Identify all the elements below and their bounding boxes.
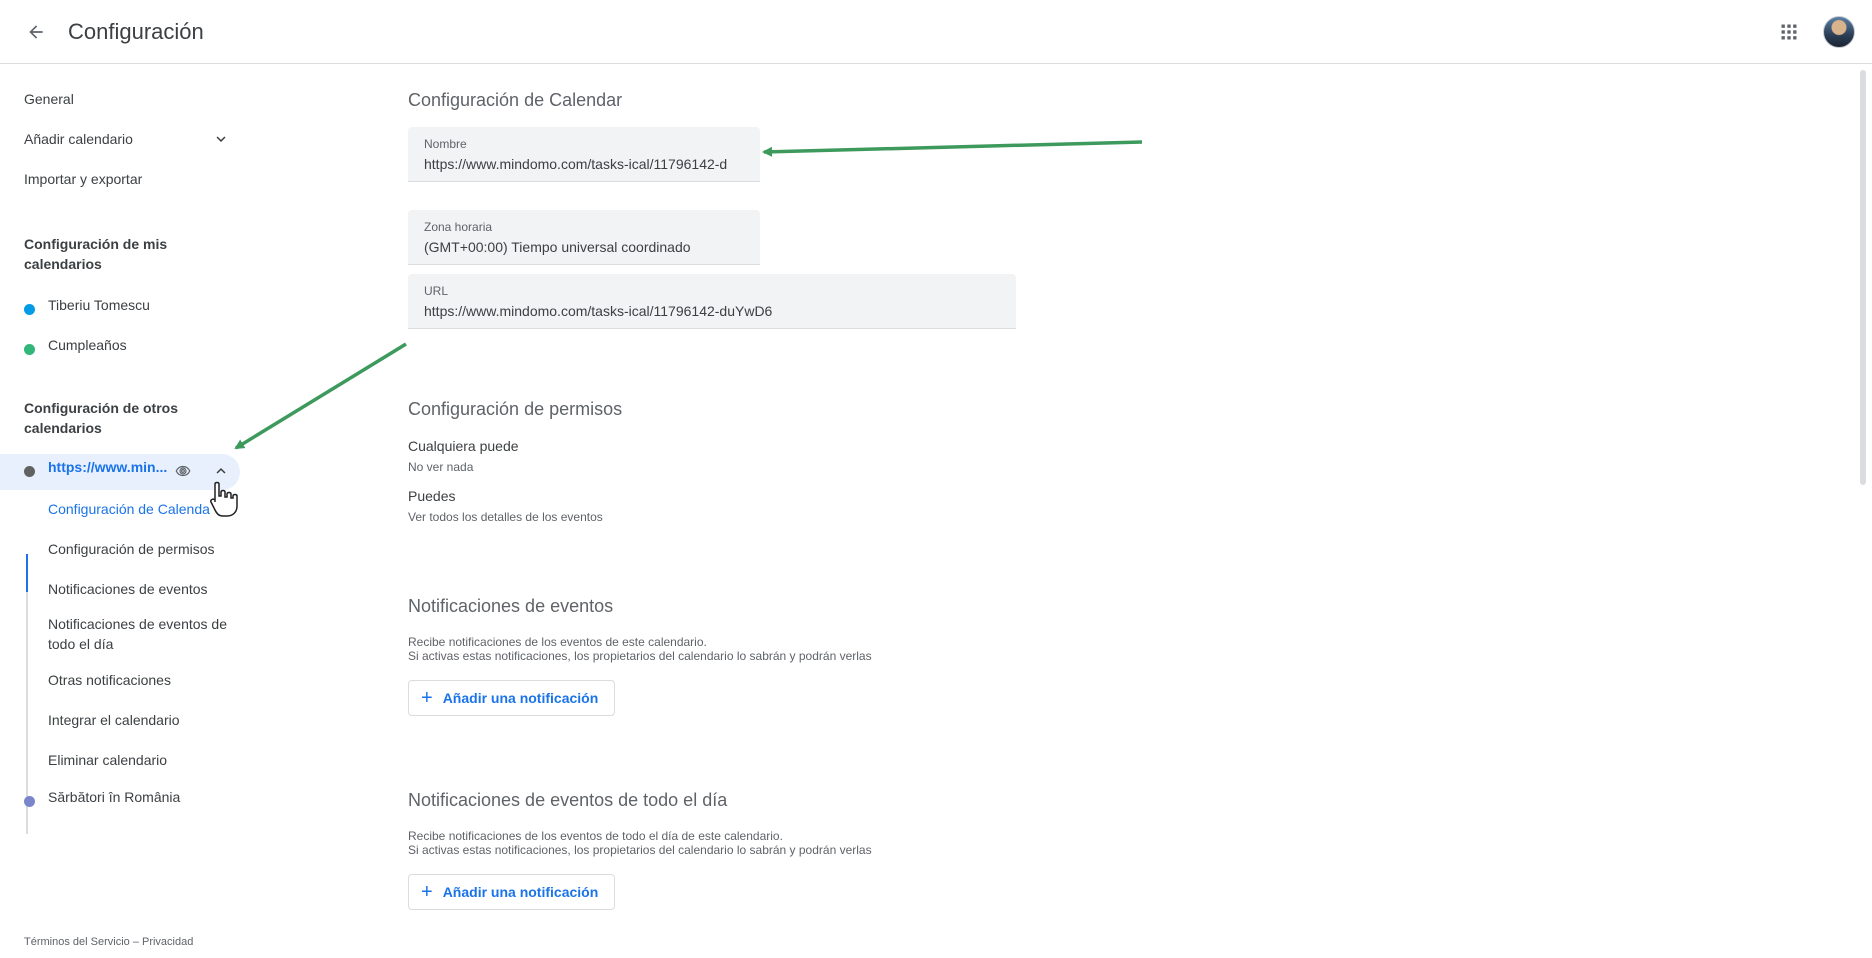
sidebar-item-general[interactable]: General xyxy=(24,91,74,107)
sidebar-item-import-export[interactable]: Importar y exportar xyxy=(24,171,142,187)
subnav-item-other-notifications[interactable]: Otras notificaciones xyxy=(48,670,171,690)
back-button[interactable] xyxy=(18,14,54,50)
sidebar-item-cumpleanos[interactable]: Cumpleaños xyxy=(48,337,127,353)
subnav-item-event-notifications[interactable]: Notificaciones de eventos xyxy=(48,579,208,599)
sidebar-item-sarbatori[interactable]: Sărbători în România xyxy=(48,789,180,805)
add-event-notification-button[interactable]: + Añadir una notificación xyxy=(408,680,616,716)
calendar-name-field[interactable]: Nombre https://www.mindomo.com/tasks-ica… xyxy=(408,127,760,182)
calendar-settings-title: Configuración de Calendar xyxy=(408,90,623,110)
you-can-value: Ver todos los detalles de los eventos xyxy=(408,510,603,524)
timezone-field[interactable]: Zona horaria (GMT+00:00) Tiempo universa… xyxy=(408,210,760,265)
apps-grid-icon xyxy=(1781,24,1797,40)
event-notifications-desc-1: Recibe notificaciones de los eventos de … xyxy=(408,635,707,649)
button-label: Añadir una notificación xyxy=(442,884,599,900)
field-label: Zona horaria xyxy=(424,220,493,234)
calendar-color-dot xyxy=(24,344,35,355)
calendar-color-dot xyxy=(24,796,35,807)
calendar-color-dot xyxy=(24,304,35,315)
add-allday-notification-button[interactable]: + Añadir una notificación xyxy=(408,874,616,910)
subnav-item-integrate[interactable]: Integrar el calendario xyxy=(48,710,180,730)
url-field[interactable]: URL https://www.mindomo.com/tasks-ical/1… xyxy=(408,274,1016,329)
sidebar-item-add-calendar[interactable]: Añadir calendario xyxy=(24,131,234,147)
plus-icon: + xyxy=(421,687,433,709)
sidebar-item-label: https://www.min... xyxy=(48,459,168,475)
account-avatar[interactable] xyxy=(1823,16,1855,48)
field-value: https://www.mindomo.com/tasks-ical/11796… xyxy=(424,156,728,172)
button-label: Añadir una notificación xyxy=(442,690,599,706)
anyone-can-value: No ver nada xyxy=(408,460,474,474)
my-calendars-heading: Configuración de mis calendarios xyxy=(24,236,168,272)
subnav-item-calendar-settings[interactable]: Configuración de Calenda xyxy=(48,499,210,519)
field-label: URL xyxy=(424,284,449,298)
event-notifications-title: Notificaciones de eventos xyxy=(408,596,614,616)
field-value: (GMT+00:00) Tiempo universal coordinado xyxy=(424,239,691,255)
calendar-color-dot xyxy=(24,466,35,477)
field-value: https://www.mindomo.com/tasks-ical/11796… xyxy=(424,303,773,319)
footer-links[interactable]: Términos del Servicio – Privacidad xyxy=(24,936,193,948)
arrow-back-icon xyxy=(29,25,43,39)
field-label: Nombre xyxy=(424,137,467,151)
eye-icon[interactable] xyxy=(174,462,192,480)
anyone-can-label: Cualquiera puede xyxy=(408,438,519,454)
sidebar-item-label: Añadir calendario xyxy=(24,131,133,147)
subnav-item-delete[interactable]: Eliminar calendario xyxy=(48,750,167,770)
other-calendars-heading: Configuración de otros calendarios xyxy=(24,400,178,436)
settings-content: Configuración de Calendar Nombre https:/… xyxy=(408,64,1848,958)
allday-notifications-desc-2: Si activas estas notificaciones, los pro… xyxy=(408,843,872,857)
subnav-track xyxy=(26,554,28,834)
allday-notifications-title: Notificaciones de eventos de todo el día xyxy=(408,790,728,810)
top-app-bar: Configuración xyxy=(0,0,1872,64)
allday-notifications-desc-1: Recibe notificaciones de los eventos de … xyxy=(408,829,783,843)
you-can-label: Puedes xyxy=(408,488,456,504)
settings-sidebar: General Añadir calendario Importar y exp… xyxy=(0,64,300,958)
subnav-item-allday-notifications[interactable]: Notificaciones de eventos de todo el día xyxy=(48,614,228,654)
google-apps-button[interactable] xyxy=(1771,14,1807,50)
page-title: Configuración xyxy=(68,19,204,44)
permissions-title: Configuración de permisos xyxy=(408,399,623,419)
sidebar-item-tiberiu-tomescu[interactable]: Tiberiu Tomescu xyxy=(48,297,150,313)
scrollbar-thumb[interactable] xyxy=(1860,70,1866,485)
subnav-active-indicator xyxy=(26,554,28,592)
event-notifications-desc-2: Si activas estas notificaciones, los pro… xyxy=(408,649,872,663)
chevron-up-icon[interactable] xyxy=(212,462,230,480)
subnav-item-permissions[interactable]: Configuración de permisos xyxy=(48,539,215,559)
chevron-down-icon xyxy=(216,136,226,142)
plus-icon: + xyxy=(421,881,433,903)
